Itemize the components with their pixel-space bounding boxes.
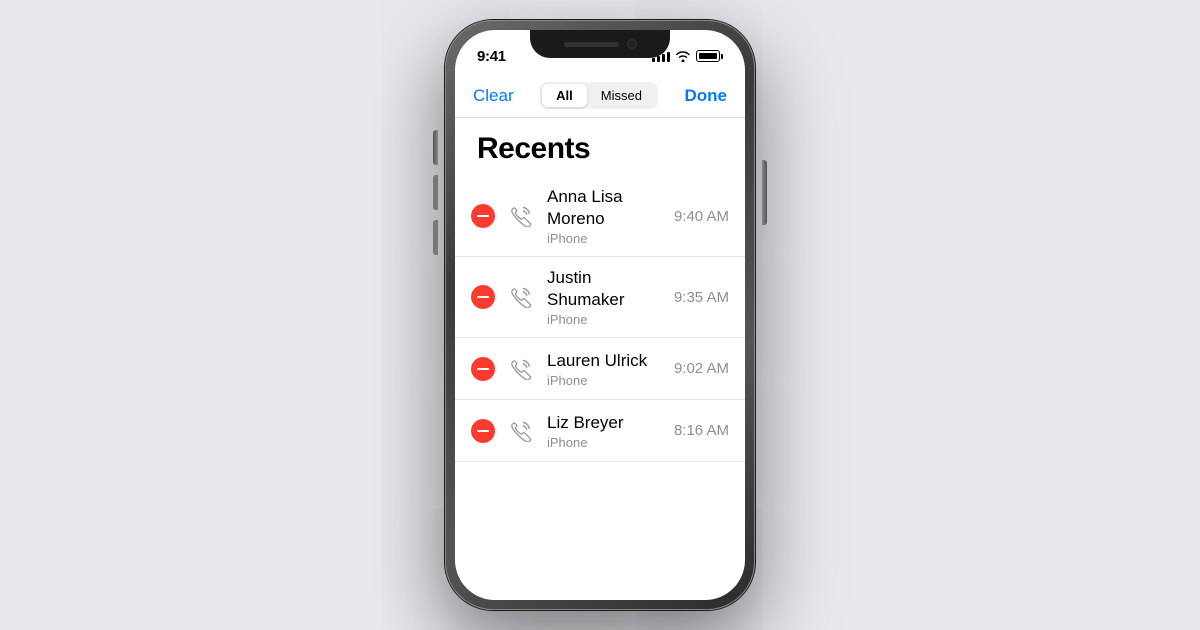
segmented-control[interactable]: All Missed xyxy=(540,82,658,109)
call-time: 9:02 AM xyxy=(674,360,729,377)
delete-button[interactable] xyxy=(471,357,495,381)
phone-icon xyxy=(510,286,532,308)
segment-missed[interactable]: Missed xyxy=(587,84,656,107)
call-type: iPhone xyxy=(547,231,662,246)
segment-all[interactable]: All xyxy=(542,84,587,107)
phone-screen: 9:41 xyxy=(455,30,745,600)
delete-button[interactable] xyxy=(471,419,495,443)
list-item: Lauren Ulrick iPhone 9:02 AM xyxy=(455,338,745,400)
clear-button[interactable]: Clear xyxy=(473,86,514,106)
phone-icon xyxy=(510,420,532,442)
list-item: Liz Breyer iPhone 8:16 AM xyxy=(455,400,745,462)
call-name: Justin Shumaker xyxy=(547,267,662,311)
call-icon-wrap xyxy=(507,202,535,230)
call-icon-wrap xyxy=(507,355,535,383)
call-icon-wrap xyxy=(507,283,535,311)
list-item: Anna Lisa Moreno iPhone 9:40 AM xyxy=(455,176,745,257)
call-name: Anna Lisa Moreno xyxy=(547,186,662,230)
call-type: iPhone xyxy=(547,373,662,388)
notch xyxy=(530,30,670,58)
call-icon-wrap xyxy=(507,417,535,445)
delete-button[interactable] xyxy=(471,204,495,228)
minus-icon xyxy=(477,368,489,370)
wifi-icon xyxy=(675,50,691,62)
call-name: Liz Breyer xyxy=(547,412,662,434)
call-time: 9:40 AM xyxy=(674,208,729,225)
minus-icon xyxy=(477,296,489,298)
minus-icon xyxy=(477,430,489,432)
recents-list: Anna Lisa Moreno iPhone 9:40 AM Justin S… xyxy=(455,176,745,462)
navigation-bar: Clear All Missed Done xyxy=(455,74,745,118)
phone-icon xyxy=(510,358,532,380)
call-name: Lauren Ulrick xyxy=(547,350,662,372)
call-info: Anna Lisa Moreno iPhone xyxy=(547,186,662,246)
page-title: Recents xyxy=(455,118,745,176)
call-info: Liz Breyer iPhone xyxy=(547,412,662,450)
phone-frame: 9:41 xyxy=(445,20,755,610)
call-info: Justin Shumaker iPhone xyxy=(547,267,662,327)
camera xyxy=(627,39,637,49)
phone-icon xyxy=(510,205,532,227)
done-button[interactable]: Done xyxy=(685,86,728,106)
minus-icon xyxy=(477,215,489,217)
list-item: Justin Shumaker iPhone 9:35 AM xyxy=(455,257,745,338)
battery-icon xyxy=(696,50,723,62)
status-time: 9:41 xyxy=(477,48,506,65)
call-type: iPhone xyxy=(547,312,662,327)
call-type: iPhone xyxy=(547,435,662,450)
call-info: Lauren Ulrick iPhone xyxy=(547,350,662,388)
call-time: 9:35 AM xyxy=(674,289,729,306)
speaker xyxy=(564,42,619,47)
delete-button[interactable] xyxy=(471,285,495,309)
call-time: 8:16 AM xyxy=(674,422,729,439)
